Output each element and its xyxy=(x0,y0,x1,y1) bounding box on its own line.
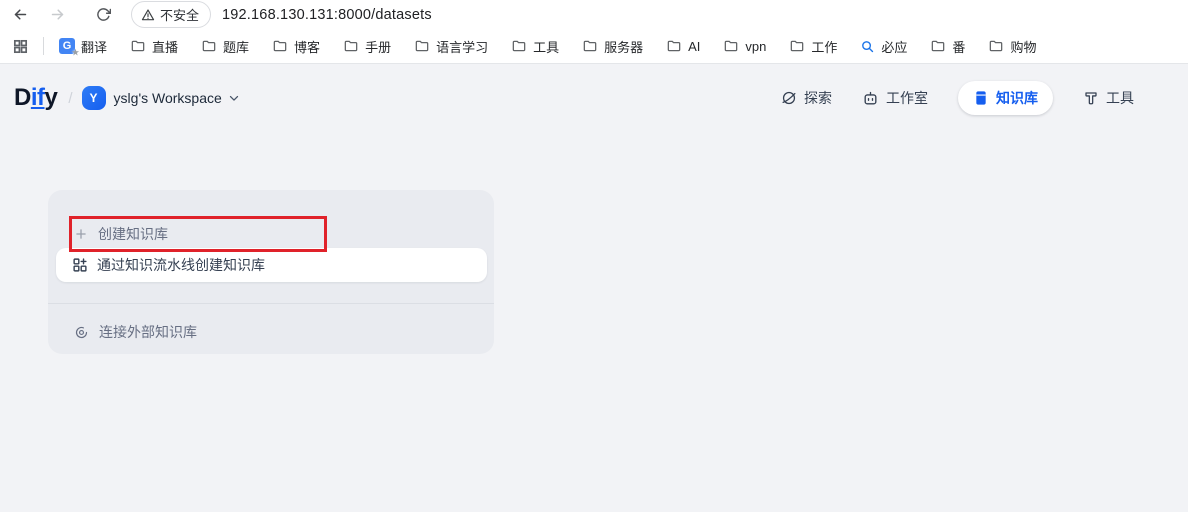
translate-icon: G★ xyxy=(59,38,75,54)
forward-button[interactable] xyxy=(45,3,69,27)
folder-icon xyxy=(130,38,146,54)
bookmark-translate[interactable]: G★ 翻译 xyxy=(59,37,107,56)
bookmark-folder[interactable]: 语言学习 xyxy=(414,37,488,56)
nav-knowledge[interactable]: 知识库 xyxy=(958,81,1053,115)
app-header: Dify / Y yslg's Workspace 探索 xyxy=(0,64,1188,132)
bookmark-folder[interactable]: 博客 xyxy=(272,37,320,56)
workspace-selector[interactable]: Y yslg's Workspace xyxy=(82,86,241,110)
bookmark-folder[interactable]: 番 xyxy=(930,37,965,56)
bookmark-folder[interactable]: 工具 xyxy=(511,37,559,56)
folder-icon xyxy=(414,38,430,54)
folder-icon xyxy=(343,38,359,54)
security-label: 不安全 xyxy=(160,5,199,24)
bookmark-bing[interactable]: 必应 xyxy=(860,37,907,56)
bookmark-folder[interactable]: 题库 xyxy=(201,37,249,56)
create-knowledge-menu: 创建知识库 通过知识流水线创建知识库 连接外部知识库 xyxy=(48,190,494,354)
bookmark-folder[interactable]: 工作 xyxy=(789,37,837,56)
address-bar-url[interactable]: 192.168.130.131:8000/datasets xyxy=(222,7,432,23)
pipeline-blocks-icon xyxy=(72,257,88,273)
browser-window: 不安全 192.168.130.131:8000/datasets G★ 翻译 … xyxy=(0,0,1188,512)
folder-icon xyxy=(582,38,598,54)
browser-toolbar: 不安全 192.168.130.131:8000/datasets xyxy=(0,0,1188,29)
bookmark-folder[interactable]: 手册 xyxy=(343,37,391,56)
tools-icon xyxy=(1083,90,1099,106)
bookmark-folder[interactable]: 直播 xyxy=(130,37,178,56)
bookmarks-bar: G★ 翻译 直播 题库 博客 手册 语言学习 工具 服务器 xyxy=(0,29,1188,64)
folder-icon xyxy=(789,38,805,54)
robot-icon xyxy=(862,90,879,107)
folder-icon xyxy=(666,38,682,54)
breadcrumb-slash: / xyxy=(68,90,72,107)
folder-icon xyxy=(272,38,288,54)
reload-icon xyxy=(96,7,111,22)
warning-triangle-icon xyxy=(141,8,155,22)
dify-logo[interactable]: Dify xyxy=(14,84,57,112)
folder-icon xyxy=(930,38,946,54)
bookmarks-divider xyxy=(43,37,44,55)
bookmark-folder[interactable]: 服务器 xyxy=(582,37,643,56)
main-nav: 探索 工作室 知识库 xyxy=(781,81,1134,115)
connect-external-knowledge-option[interactable]: 连接外部知识库 xyxy=(48,314,494,350)
chevron-down-icon xyxy=(227,91,241,105)
workspace-avatar: Y xyxy=(82,86,106,110)
create-from-pipeline-option[interactable]: 通过知识流水线创建知识库 xyxy=(56,248,487,282)
apps-grid-icon[interactable] xyxy=(12,38,29,55)
connect-target-icon xyxy=(74,325,89,340)
nav-studio[interactable]: 工作室 xyxy=(862,88,928,108)
folder-icon xyxy=(723,38,739,54)
nav-tools[interactable]: 工具 xyxy=(1083,88,1134,108)
bookmark-folder[interactable]: 购物 xyxy=(988,37,1036,56)
reload-button[interactable] xyxy=(91,3,115,27)
menu-divider xyxy=(48,303,494,304)
create-knowledge-option[interactable]: 创建知识库 xyxy=(48,216,494,252)
dify-app: Dify / Y yslg's Workspace 探索 xyxy=(0,64,1188,512)
workspace-name: yslg's Workspace xyxy=(114,90,222,106)
nav-explore[interactable]: 探索 xyxy=(781,88,832,108)
folder-icon xyxy=(201,38,217,54)
forward-arrow-icon xyxy=(49,6,66,23)
back-arrow-icon xyxy=(12,6,29,23)
book-icon xyxy=(973,90,989,106)
back-button[interactable] xyxy=(8,3,32,27)
folder-icon xyxy=(511,38,527,54)
search-icon xyxy=(860,39,875,54)
plus-icon xyxy=(74,227,88,241)
bookmark-folder[interactable]: AI xyxy=(666,38,700,54)
explore-icon xyxy=(781,90,797,106)
site-security-chip[interactable]: 不安全 xyxy=(131,1,211,28)
bookmark-folder[interactable]: vpn xyxy=(723,38,766,54)
folder-icon xyxy=(988,38,1004,54)
